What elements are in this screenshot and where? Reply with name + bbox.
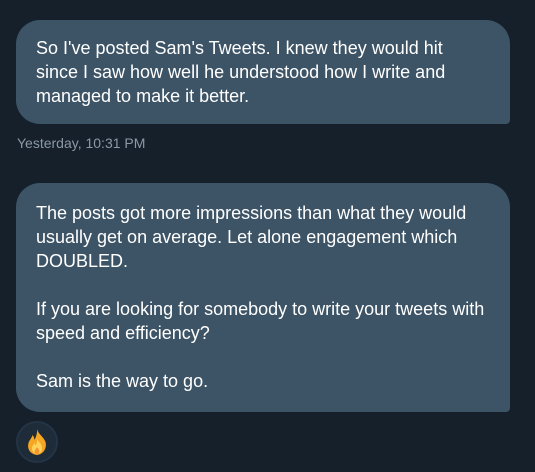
message-bubble[interactable]: The posts got more impressions than what… [16, 183, 510, 412]
reaction-badge[interactable] [16, 421, 58, 463]
fire-emoji-icon [28, 429, 46, 455]
message-text: So I've posted Sam's Tweets. I knew they… [36, 38, 446, 106]
dm-conversation: So I've posted Sam's Tweets. I knew they… [0, 0, 535, 472]
message-bubble[interactable]: So I've posted Sam's Tweets. I knew they… [16, 20, 510, 124]
message-text: The posts got more impressions than what… [36, 203, 467, 271]
message-text: Sam is the way to go. [36, 371, 209, 391]
message-text: If you are looking for somebody to write… [36, 299, 485, 343]
message-timestamp: Yesterday, 10:31 PM [17, 135, 146, 151]
